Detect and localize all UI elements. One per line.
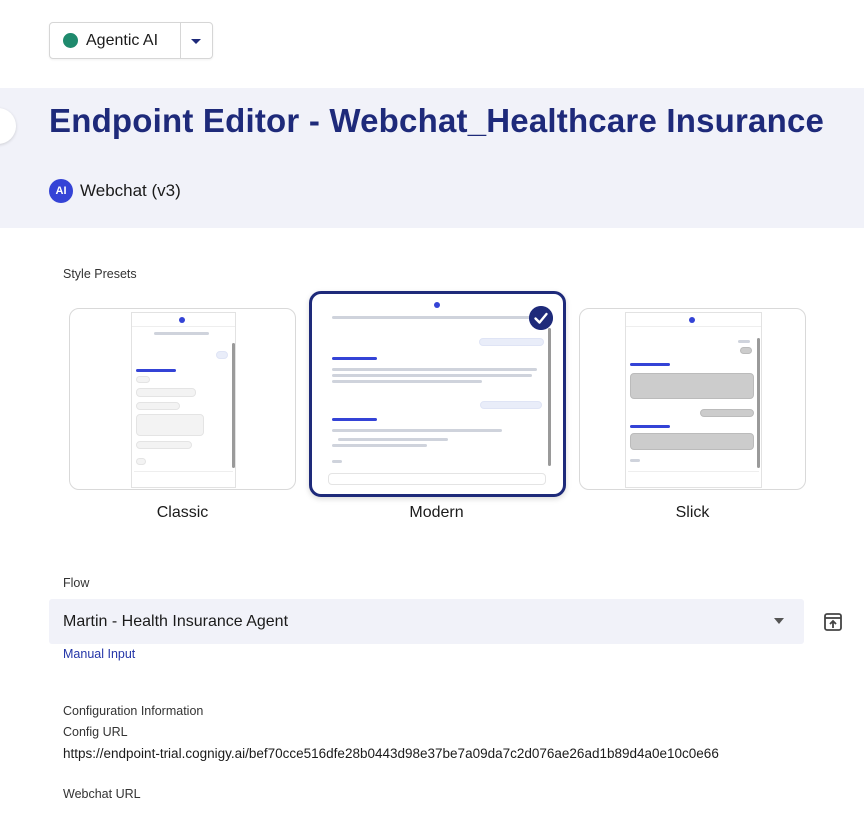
- flow-select[interactable]: Martin - Health Insurance Agent: [49, 599, 804, 644]
- project-selector[interactable]: Agentic AI: [49, 22, 213, 59]
- selected-check-icon: [529, 306, 553, 330]
- page-title: Endpoint Editor - Webchat_Healthcare Ins…: [49, 102, 825, 139]
- preset-modern-preview: [324, 298, 552, 490]
- flow-label: Flow: [63, 576, 90, 590]
- webchat-url-label: Webchat URL: [63, 787, 141, 801]
- preset-slick-preview: [625, 312, 762, 488]
- style-presets-label: Style Presets: [63, 267, 137, 281]
- preset-modern[interactable]: [309, 291, 566, 497]
- preset-classic[interactable]: [69, 308, 296, 490]
- flow-selected-value: Martin - Health Insurance Agent: [63, 613, 289, 630]
- endpoint-type: AI Webchat (v3): [49, 179, 181, 203]
- top-bar: Agentic AI: [0, 0, 864, 88]
- chevron-down-icon[interactable]: [189, 34, 203, 48]
- endpoint-type-label: Webchat (v3): [80, 181, 181, 200]
- project-status-dot: [63, 33, 78, 48]
- config-url-value[interactable]: https://endpoint-trial.cognigy.ai/bef70c…: [63, 746, 719, 761]
- preset-classic-label: Classic: [156, 504, 209, 521]
- sidebar-toggle-button[interactable]: [0, 108, 16, 144]
- preset-modern-label: Modern: [409, 504, 464, 521]
- selector-divider: [180, 23, 181, 58]
- preset-classic-preview: [131, 312, 236, 488]
- webchat-logo-icon: AI: [49, 179, 73, 203]
- chevron-down-icon: [774, 618, 784, 624]
- open-in-new-icon[interactable]: [823, 612, 843, 632]
- configuration-heading: Configuration Information: [63, 704, 204, 718]
- manual-input-link[interactable]: Manual Input: [63, 647, 135, 661]
- page-header: Endpoint Editor - Webchat_Healthcare Ins…: [0, 88, 864, 228]
- config-url-label: Config URL: [63, 725, 128, 739]
- preset-slick[interactable]: [579, 308, 806, 490]
- preset-slick-label: Slick: [675, 504, 710, 521]
